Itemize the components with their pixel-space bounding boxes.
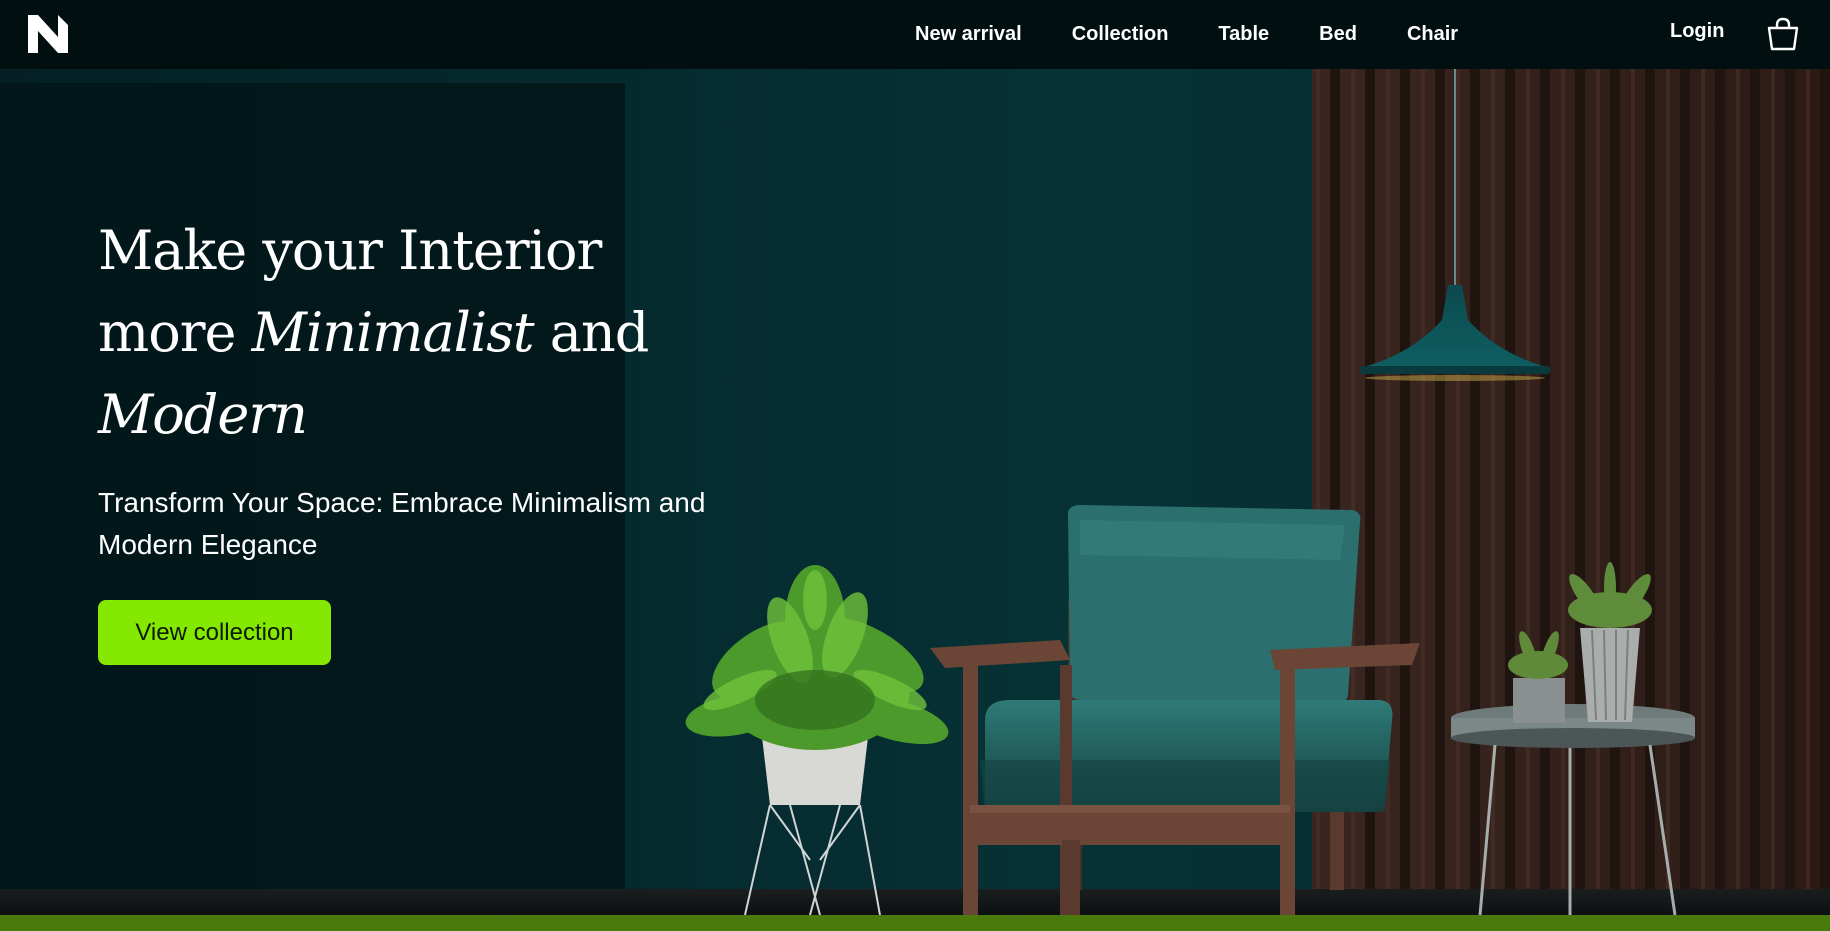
nav-link-new-arrival[interactable]: New arrival: [915, 23, 1022, 46]
nav-link-bed[interactable]: Bed: [1319, 23, 1357, 46]
login-link[interactable]: Login: [1670, 20, 1724, 43]
headline-emphasis-modern: Modern: [98, 383, 308, 446]
hero-headline: Make your Interior more Minimalist and M…: [98, 210, 738, 456]
headline-line-2a: more: [98, 301, 252, 364]
headline-line-1: Make your Interior: [98, 219, 602, 282]
brand-logo-icon[interactable]: [28, 15, 68, 53]
nav-links: New arrival Collection Table Bed Chair: [915, 0, 1458, 69]
bottom-accent-strip: [0, 915, 1830, 931]
nav-link-chair[interactable]: Chair: [1407, 23, 1458, 46]
hero-subheadline: Transform Your Space: Embrace Minimalism…: [98, 487, 706, 560]
nav-link-table[interactable]: Table: [1218, 23, 1269, 46]
top-navbar: New arrival Collection Table Bed Chair L…: [0, 0, 1830, 69]
page: New arrival Collection Table Bed Chair L…: [0, 0, 1830, 931]
hero-content: Make your Interior more Minimalist and M…: [98, 210, 738, 665]
shopping-bag-icon[interactable]: [1767, 17, 1799, 51]
view-collection-button[interactable]: View collection: [98, 600, 331, 665]
headline-line-2c: and: [533, 301, 650, 364]
headline-emphasis-minimalist: Minimalist: [251, 301, 535, 364]
nav-link-collection[interactable]: Collection: [1072, 23, 1169, 46]
